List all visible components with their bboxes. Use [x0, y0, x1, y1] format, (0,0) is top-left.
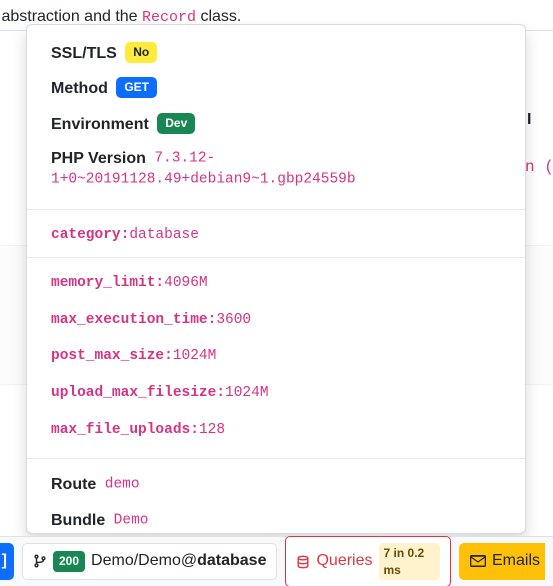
ini-value: 4096M: [164, 275, 208, 291]
ini-row: memory_limit:4096M: [51, 274, 501, 293]
category-key: category:: [51, 227, 129, 243]
route-value: demo: [105, 476, 140, 492]
route-path-action: database: [197, 552, 266, 569]
queries-in-text: in: [390, 546, 407, 560]
ini-row: max_execution_time:3600: [51, 311, 501, 330]
route-path-at: @: [181, 552, 197, 569]
status-code-badge: 200: [53, 551, 85, 572]
environment-row: Environment Dev: [51, 114, 501, 135]
text-fragment: I: [527, 111, 531, 128]
routing-section: Route demo Bundle Demo Controller Demo A…: [27, 458, 525, 534]
ini-value: 3600: [216, 312, 251, 328]
emails-label: Emails: [492, 550, 540, 572]
code-fragment: n (: [525, 158, 553, 176]
ini-key: upload_max_filesize:: [51, 385, 225, 401]
route-path-prefix: Demo/Demo: [91, 552, 181, 569]
method-badge: GET: [116, 77, 157, 98]
category-section: category:database: [27, 209, 525, 257]
request-info-popover: SSL/TLS No Method GET Environment Dev PH…: [26, 24, 526, 534]
method-label: Method: [51, 80, 108, 97]
ssl-label: SSL/TLS: [51, 45, 117, 62]
php-version-label: PHP Version: [51, 150, 146, 167]
background-text-line: I: [527, 111, 553, 131]
toolbar-leading-button[interactable]: ]: [0, 543, 14, 579]
route-label: Route: [51, 476, 96, 493]
environment-label: Environment: [51, 116, 149, 133]
route-info-button[interactable]: 200 Demo/Demo@database: [22, 543, 277, 579]
php-ini-section: memory_limit:4096M max_execution_time:36…: [27, 257, 525, 458]
route-row: Route demo: [51, 475, 501, 496]
ini-row: upload_max_filesize:1024M: [51, 384, 501, 403]
queries-stats-badge: 7 in 0.2 ms: [379, 543, 440, 581]
git-branch-icon: [33, 554, 47, 568]
queries-ms: 0.2: [408, 546, 425, 560]
category-kv: category:database: [51, 226, 501, 245]
queries-ms-unit: ms: [384, 563, 401, 577]
ini-key: memory_limit:: [51, 275, 164, 291]
request-section: SSL/TLS No Method GET Environment Dev PH…: [27, 25, 525, 209]
ini-row: post_max_size:1024M: [51, 347, 501, 366]
ini-value: 128: [199, 422, 225, 438]
ssl-badge: No: [125, 42, 157, 63]
ini-key: post_max_size:: [51, 348, 173, 364]
emails-button[interactable]: Emails: [459, 543, 545, 579]
database-icon: [296, 555, 310, 569]
bracket-icon: ]: [2, 550, 7, 572]
background-text-line: n (: [525, 158, 553, 176]
text-fragment: abstraction and the: [0, 8, 142, 25]
ini-key: max_execution_time:: [51, 312, 216, 328]
text-fragment: class.: [196, 8, 241, 25]
queries-button[interactable]: Queries 7 in 0.2 ms: [285, 536, 451, 586]
category-value: database: [129, 227, 199, 243]
bundle-label: Bundle: [51, 512, 105, 529]
ssl-row: SSL/TLS No: [51, 43, 501, 64]
queries-label: Queries: [316, 550, 372, 572]
ini-value: 1024M: [173, 348, 217, 364]
route-path: Demo/Demo@database: [91, 550, 266, 572]
ini-value: 1024M: [225, 385, 269, 401]
environment-badge: Dev: [157, 113, 195, 134]
debug-toolbar: ] 200 Demo/Demo@database Queries 7 in 0.…: [0, 536, 553, 586]
method-row: Method GET: [51, 78, 501, 99]
ini-key: max_file_uploads:: [51, 422, 199, 438]
bundle-value: Demo: [114, 512, 149, 528]
ini-row: max_file_uploads:128: [51, 421, 501, 440]
php-version-row: PHP Version 7.3.12-1+0~20191128.49+debia…: [51, 149, 501, 191]
envelope-icon: [470, 554, 486, 568]
bundle-row: Bundle Demo: [51, 511, 501, 532]
